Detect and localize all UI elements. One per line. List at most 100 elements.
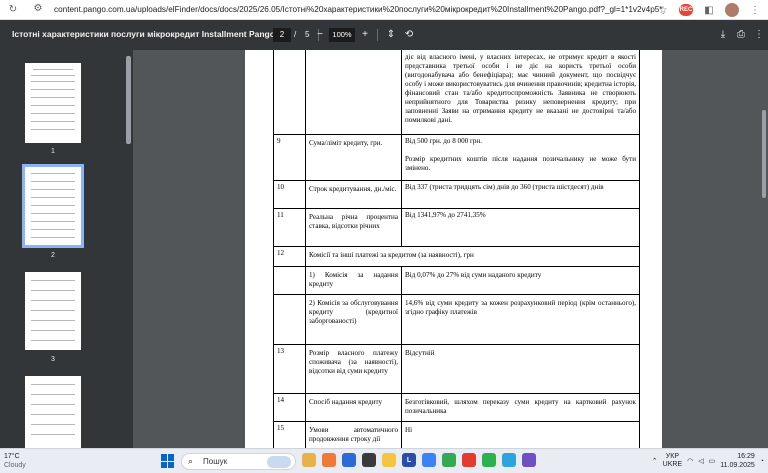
sidebar-scrollbar[interactable] — [126, 56, 131, 144]
teams-app-icon[interactable] — [522, 453, 536, 467]
page-separator: / — [294, 30, 297, 39]
row-number — [273, 266, 306, 295]
store-app-icon[interactable] — [422, 453, 436, 467]
profile-avatar[interactable] — [725, 3, 739, 17]
telegram-app-icon[interactable] — [502, 453, 516, 467]
pdf-page: діє від власного імені, у власних інтере… — [245, 50, 662, 448]
thumbnail-label: 1 — [51, 148, 55, 155]
page-number-input[interactable]: 2 — [273, 28, 291, 42]
terms-table: діє від власного імені, у власних інтере… — [273, 50, 640, 448]
file-explorer-icon[interactable] — [382, 453, 396, 467]
table-row: 2) Комісія за обслуговування кредиту (кр… — [273, 294, 640, 345]
app-icon-l[interactable]: L — [402, 453, 416, 467]
row-number: 10 — [273, 180, 306, 209]
document-scrollbar[interactable] — [762, 110, 766, 198]
row-number: 13 — [273, 344, 306, 394]
weather-widget[interactable]: 17°C Cloudy — [4, 452, 26, 470]
phone-app-icon[interactable] — [482, 453, 496, 467]
document-title: Істотні характеристики послуги мікрокред… — [12, 29, 291, 39]
clock-date: 11.09.2025 — [720, 462, 755, 469]
clock[interactable]: 16:29 11.09.2025 — [720, 452, 755, 470]
zoom-level-input[interactable]: 100% — [329, 28, 355, 42]
language-top: УКР — [665, 453, 679, 460]
table-row: 1) Комісія за надання кредиту Від 0,07% … — [273, 266, 640, 295]
page-thumbnail-3[interactable] — [25, 272, 81, 350]
chrome-app-icon[interactable] — [442, 453, 456, 467]
volume-icon[interactable]: ◁ — [698, 457, 703, 465]
row-value: Від 0,07% до 27% від суми наданого креди… — [401, 266, 640, 295]
row-label: Строк кредитування, дн./міс. — [305, 180, 402, 209]
row-number — [273, 294, 306, 345]
row-label: Реальна річна процентна ставка, відсотки… — [305, 208, 402, 247]
battery-icon[interactable]: ▭ — [709, 457, 716, 465]
table-row: 10 Строк кредитування, дн./міс. Від 337 … — [273, 180, 640, 209]
language-bottom: UKRE — [662, 461, 683, 468]
search-highlight-image — [267, 456, 291, 468]
weather-temp: 17°C — [4, 453, 20, 460]
row-number: 15 — [273, 421, 306, 448]
page-thumbnail-2[interactable] — [22, 164, 84, 248]
edge-app-icon[interactable] — [342, 453, 356, 467]
page-thumbnail-1[interactable] — [25, 63, 81, 143]
url-field[interactable]: content.pango.com.ua/uploads/elFinder/do… — [54, 5, 664, 14]
record-extension-icon[interactable]: REC — [679, 4, 693, 16]
table-row: діє від власного імені, у власних інтере… — [273, 50, 640, 135]
notification-bell-icon[interactable]: ◔ — [760, 458, 764, 465]
widgets-app-icon[interactable] — [302, 453, 316, 467]
row-label: Умови автоматичного продовження строку д… — [305, 421, 402, 448]
row-number: 14 — [273, 393, 306, 422]
row-label: 2) Комісія за обслуговування кредиту (кр… — [305, 294, 402, 345]
row-number: 11 — [273, 208, 306, 247]
star-icon[interactable]: ☆ — [656, 3, 670, 17]
reload-icon[interactable]: ↻ — [6, 3, 20, 17]
page-thumbnail-4[interactable] — [25, 376, 81, 448]
extensions-icon[interactable]: ◧ — [702, 3, 716, 17]
row-value: діє від власного імені, у власних інтере… — [401, 50, 640, 135]
download-icon[interactable]: ⤓ — [716, 28, 730, 42]
more-options-icon[interactable]: ⋮ — [752, 28, 766, 42]
rotate-icon[interactable]: ⟲ — [402, 28, 416, 42]
site-info-icon[interactable]: ⚙ — [30, 3, 46, 17]
document-viewer: діє від власного імені, у власних інтере… — [133, 50, 768, 448]
row-value: Від 500 грн. до 8 000 грн. Розмір кредит… — [401, 134, 640, 181]
table-row: 12 Комісії та інші платежі за кредитом (… — [273, 246, 640, 267]
table-row: 11 Реальна річна процентна ставка, відсо… — [273, 208, 640, 247]
language-indicator[interactable]: УКР UKRE — [663, 453, 682, 469]
zoom-out-icon[interactable]: − — [313, 28, 327, 42]
search-icon: ⌕ — [188, 456, 194, 466]
copilot-app-icon[interactable] — [322, 453, 336, 467]
browser-address-bar: ↻ ⚙ content.pango.com.ua/uploads/elFinde… — [0, 0, 768, 20]
row-value: 14,6% від суми кредиту за кожен розрахун… — [401, 294, 640, 345]
table-row: 9 Сума/ліміт кредиту, грн. Від 500 грн. … — [273, 134, 640, 181]
start-icon[interactable] — [161, 454, 175, 468]
toolbar-divider — [377, 29, 378, 41]
menu-icon[interactable]: ⋮ — [748, 3, 762, 17]
print-icon[interactable]: ⎙ — [734, 28, 748, 42]
row-value: Ні — [401, 421, 640, 448]
tray-chevron-icon[interactable]: ⌃ — [652, 457, 658, 465]
row-label: 1) Комісія за надання кредиту — [305, 266, 402, 295]
clock-time: 16:29 — [737, 453, 755, 460]
wifi-icon[interactable]: ◠ — [687, 457, 693, 465]
zoom-in-icon[interactable]: + — [358, 28, 372, 42]
table-row: 15 Умови автоматичного продовження строк… — [273, 421, 640, 448]
row-value: Від 1341,97% до 2741,35% — [401, 208, 640, 247]
row-value: Безготівковий, шляхом переказу суми кред… — [401, 393, 640, 422]
taskbar-search[interactable]: ⌕ Пошук — [181, 453, 296, 470]
fit-page-icon[interactable]: ⇕ — [384, 28, 398, 42]
table-row: 14 Спосіб надання кредиту Безготівковий,… — [273, 393, 640, 422]
thumbnail-sidebar: 1 2 3 — [0, 50, 133, 448]
row-label: Сума/ліміт кредиту, грн. — [305, 134, 402, 181]
row-label — [305, 50, 402, 135]
opera-app-icon[interactable] — [462, 453, 476, 467]
pdf-toolbar: Істотні характеристики послуги мікрокред… — [0, 20, 768, 50]
row-value-line: Від 500 грн. до 8 000 грн. — [405, 137, 482, 145]
search-placeholder: Пошук — [203, 457, 228, 466]
row-number — [273, 50, 306, 135]
row-number: 12 — [273, 246, 306, 267]
row-label: Спосіб надання кредиту — [305, 393, 402, 422]
camera-app-icon[interactable] — [362, 453, 376, 467]
row-value-line: Розмір кредитних коштів після надання по… — [405, 155, 636, 172]
taskbar: 17°C Cloudy ⌕ Пошук L ⌃ УКР UKRE ◠ ◁ ▭ 1… — [0, 448, 768, 473]
row-heading: Комісії та інші платежі за кредитом (за … — [305, 246, 640, 267]
